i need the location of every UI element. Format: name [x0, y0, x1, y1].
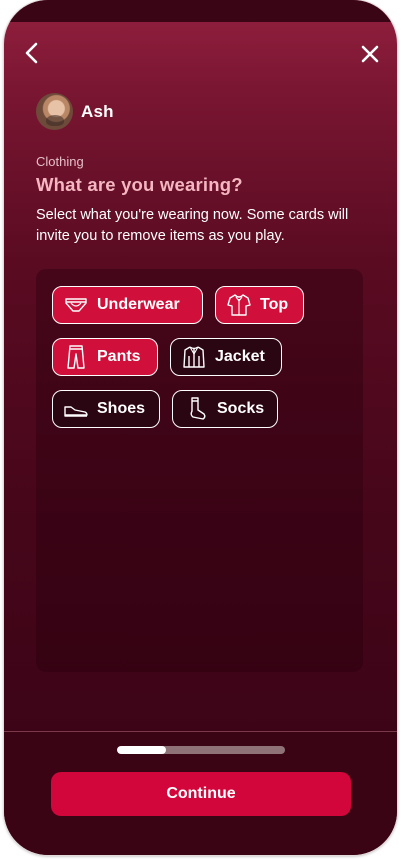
progress-fill	[117, 746, 166, 754]
close-button[interactable]	[358, 42, 382, 66]
pants-icon	[63, 344, 89, 370]
section-label: Clothing	[36, 154, 84, 169]
page-subtitle: Select what you're wearing now. Some car…	[36, 207, 349, 244]
close-icon	[361, 45, 379, 63]
page-title: What are you wearing?	[36, 174, 243, 195]
user-name: Ash	[81, 102, 114, 121]
underwear-icon	[63, 292, 89, 318]
progress-bar	[117, 746, 285, 754]
jacket-icon	[181, 344, 207, 370]
chip-label: Socks	[217, 400, 265, 417]
phone-screen: Ash Clothing What are you wearing? Selec…	[4, 0, 397, 855]
chip-label: Jacket	[215, 348, 265, 365]
chip-shoes[interactable]: Shoes	[52, 390, 160, 428]
clothing-options-panel	[36, 269, 363, 672]
shirt-icon	[226, 292, 252, 318]
chip-top[interactable]: Top	[215, 286, 304, 324]
chip-jacket[interactable]: Jacket	[170, 338, 282, 376]
chip-pants[interactable]: Pants	[52, 338, 158, 376]
shoe-icon	[63, 396, 89, 422]
chip-label: Top	[260, 296, 289, 313]
continue-button[interactable]: Continue	[51, 772, 351, 816]
chip-label: Pants	[97, 348, 141, 365]
chip-socks[interactable]: Socks	[172, 390, 278, 428]
chip-label: Shoes	[97, 400, 146, 417]
chevron-left-icon	[25, 42, 38, 64]
chip-label: Underwear	[97, 296, 180, 313]
status-bar-area	[4, 0, 397, 22]
back-button[interactable]	[20, 40, 44, 66]
avatar	[36, 93, 73, 130]
sock-icon	[183, 396, 209, 422]
chip-underwear[interactable]: Underwear	[52, 286, 203, 324]
